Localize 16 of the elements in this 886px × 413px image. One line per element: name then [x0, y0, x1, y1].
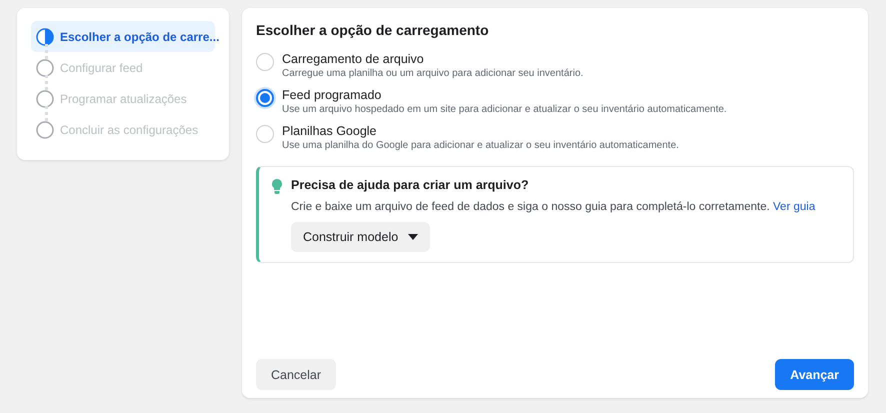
next-button[interactable]: Avançar — [775, 359, 854, 390]
radio-button[interactable] — [256, 89, 274, 107]
option-description: Use um arquivo hospedado em um site para adicionar e atualizar o seu inventário automaticamente. — [282, 104, 727, 115]
lightbulb-icon — [271, 178, 283, 195]
help-text: Crie e baixe um arquivo de feed de dados e siga o nosso guia para completá-lo corretamente. Ver guia — [291, 201, 816, 213]
option-label: Planilhas Google — [282, 124, 378, 138]
option-label: Carregamento de arquivo — [282, 52, 425, 66]
caret-icon — [408, 234, 418, 240]
template-dropdown[interactable]: Construir modelo — [291, 222, 430, 252]
option-label: Feed programado — [282, 88, 382, 102]
option-description: Carregue uma planilha ou um arquivo para adicionar seu inventário. — [282, 68, 584, 79]
cancel-button[interactable]: Cancelar — [256, 359, 336, 390]
guide-link[interactable]: Ver guia — [773, 201, 816, 213]
option-description: Use uma planilha do Google para adicionar e atualizar o seu inventário automaticamente. — [282, 140, 679, 151]
panel-title: Escolher a opção de carregamento — [256, 22, 490, 38]
help-title: Precisa de ajuda para criar um arquivo? — [291, 178, 530, 192]
